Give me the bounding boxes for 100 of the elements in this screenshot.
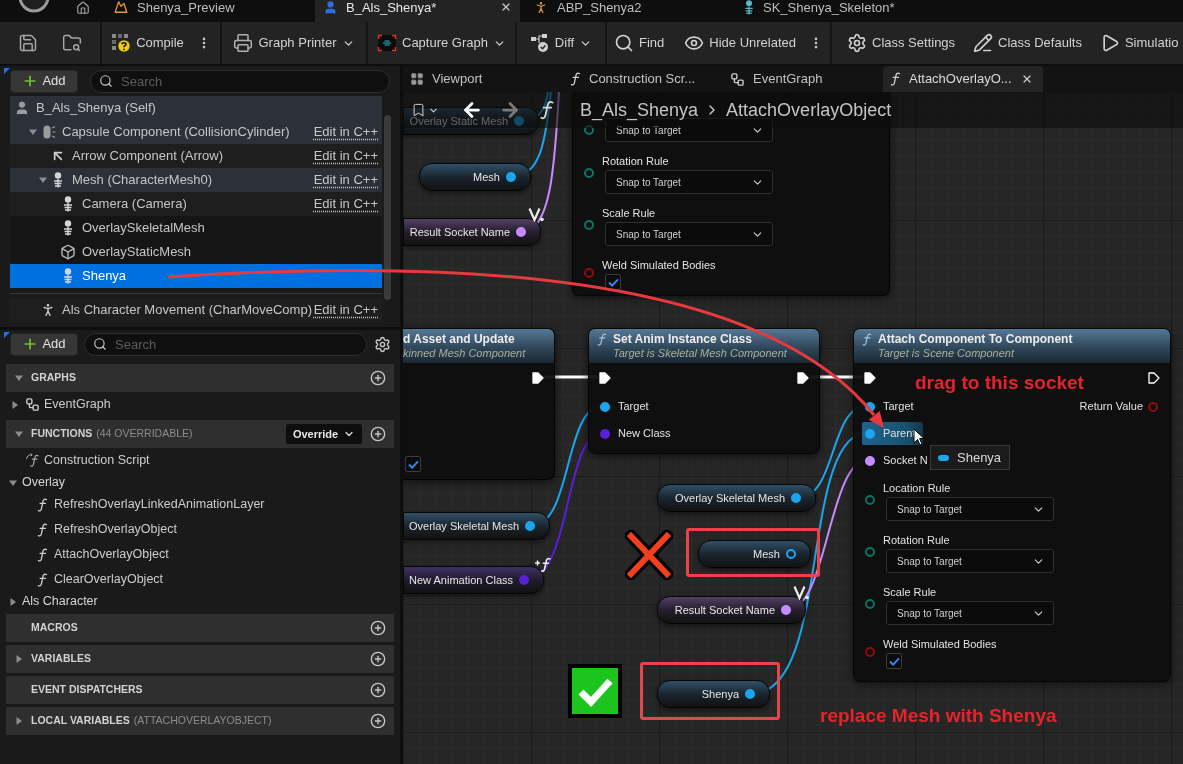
checkbox[interactable] [405,456,421,472]
caret-down-icon[interactable] [9,478,17,487]
checkbox[interactable] [886,653,902,669]
add-circle-icon[interactable] [370,620,386,636]
tree-row[interactable]: OverlaySkeletalMesh [10,216,382,240]
blueprint-item[interactable]: Construction Script [6,448,394,473]
graph-tab[interactable]: AttachOverlayO... [883,66,1043,92]
class-settings-button[interactable]: Class Settings [847,28,956,58]
editor-tab[interactable]: SK_Shenya_Skeleton* [735,0,940,22]
variable-node[interactable]: Mesh [419,163,531,191]
exec-arrow-icon[interactable] [797,372,809,384]
graph-canvas[interactable] [403,92,1183,764]
tree-row[interactable]: Shenya [10,264,382,288]
caret-right-icon[interactable] [15,717,23,725]
gear-icon[interactable] [374,335,391,353]
close-icon[interactable] [1021,73,1033,85]
edit-link[interactable]: Edit in C++ [313,194,378,214]
scrollbar[interactable] [384,115,391,300]
function-item[interactable]: RefreshOverlayLinkedAnimationLayer [6,492,394,517]
editor-tab[interactable]: B_Als_Shenya* [315,0,520,22]
section-header[interactable]: LOCAL VARIABLES (ATTACHOVERLAYOBJECT) [6,707,394,735]
hide-unrelated-button[interactable]: Hide Unrelated [684,28,823,58]
enum-dropdown[interactable]: Snap to Target [605,170,773,194]
caret-down-icon[interactable] [29,128,37,136]
tree-row[interactable]: Als Character Movement (CharMoveComp)Edit in C++ [10,298,382,322]
add-circle-icon[interactable] [370,370,386,386]
section-header[interactable]: FUNCTIONS (44 OVERRIDABLE) Override [6,420,394,448]
search-icon [93,336,107,351]
variable-node[interactable]: Shenya [657,680,770,708]
checkbox[interactable] [605,274,621,290]
graph-printer-button[interactable]: Graph Printer [233,28,355,58]
function-item[interactable]: ClearOverlayObject [6,567,394,592]
section-header[interactable]: EVENT DISPATCHERS [6,676,394,704]
variable-label: Overlay Static Mesh [409,113,508,129]
caret-right-icon[interactable] [9,597,17,606]
exec-arrow-icon[interactable] [599,372,611,384]
diff-button[interactable]: Diff [529,28,593,58]
compile-button[interactable]: Compile [111,28,211,58]
search-field[interactable]: Search [90,69,390,93]
find-button[interactable]: Find [614,28,665,58]
tree-row[interactable]: Camera (Camera) Edit in C++ [10,192,382,216]
caret-down-icon[interactable] [15,430,23,438]
enum-dropdown[interactable]: Snap to Target [605,222,773,246]
edit-link[interactable]: Edit in C++ [313,170,378,190]
save-icon [18,33,38,53]
function-item[interactable]: RefreshOverlayObject [6,517,394,542]
tree-row[interactable]: B_Als_Shenya (Self) [10,96,382,120]
close-icon[interactable] [500,1,512,13]
exec-arrow-icon[interactable] [532,372,544,384]
graph-tab[interactable]: Construction Scr... [563,66,723,92]
caret-down-icon[interactable] [39,176,47,184]
cube-icon [60,244,76,260]
tree-row[interactable]: Arrow Component (Arrow) Edit in C++ [10,144,382,168]
person-icon [323,0,338,15]
add-circle-icon[interactable] [370,651,386,667]
function-item[interactable]: AttachOverlayObject [6,542,394,567]
function-node[interactable]: Set Anim Instance Class Target is Skeletal Mesh Component Target New Class [588,328,820,454]
capture-icon [377,33,397,53]
edit-link[interactable]: Edit in C++ [313,122,378,142]
section-header[interactable]: VARIABLES [6,645,394,673]
category-row[interactable]: Overlay [6,473,394,492]
section-header[interactable]: MACROS [6,614,394,642]
search-field[interactable]: Search [84,332,367,356]
simulation-button[interactable]: Simulatio [1099,28,1179,58]
exec-arrow-icon[interactable] [1148,372,1160,384]
add-circle-icon[interactable] [370,682,386,698]
tree-row[interactable]: Mesh (CharacterMesh0) Edit in C++ [10,168,382,192]
add-button[interactable]: Add [10,69,78,93]
variable-node[interactable]: Mesh [698,540,811,568]
tree-row[interactable]: OverlayStaticMesh [10,240,382,264]
editor-tab[interactable]: ABP_Shenya2 [525,0,730,22]
logo-icon[interactable] [16,0,52,14]
home-icon[interactable] [76,1,90,15]
gear-icon [847,33,867,53]
variable-node[interactable]: Overlay Skeletal Mesh [657,484,816,512]
override-dropdown[interactable]: Override [286,424,362,444]
capture-graph-button[interactable]: Capture Graph [377,28,506,58]
variable-node[interactable]: Overlay Skeletal Mesh [403,512,550,540]
folder-search-icon [62,33,82,53]
caret-right-icon[interactable] [15,655,23,663]
enum-dropdown[interactable]: Snap to Target [886,497,1054,521]
add-button[interactable]: Add [10,332,78,356]
graph-tab[interactable]: EventGraph [723,66,883,92]
add-circle-icon[interactable] [370,426,386,442]
tree-row[interactable]: Capsule Component (CollisionCylinder) Edit in C++ [10,120,382,144]
class-defaults-button[interactable]: Class Defaults [973,28,1082,58]
exec-arrow-icon[interactable] [864,372,876,384]
category-row[interactable]: Als Character [6,592,394,611]
blueprint-item[interactable]: EventGraph [6,392,394,417]
add-circle-icon[interactable] [370,713,386,729]
enum-dropdown[interactable]: Snap to Target [886,549,1054,573]
edit-link[interactable]: Edit in C++ [313,146,378,166]
editor-tab[interactable]: Shenya_Preview [105,0,310,22]
section-header[interactable]: GRAPHS [6,364,394,392]
caret-down-icon[interactable] [15,374,23,382]
graph-tab[interactable]: Viewport [403,66,563,92]
caret-right-icon[interactable] [11,400,19,409]
enum-dropdown[interactable]: Snap to Target [886,601,1054,625]
edit-link[interactable]: Edit in C++ [313,300,378,320]
function-node[interactable]: d Asset and Update kinned Mesh Component [403,328,555,480]
